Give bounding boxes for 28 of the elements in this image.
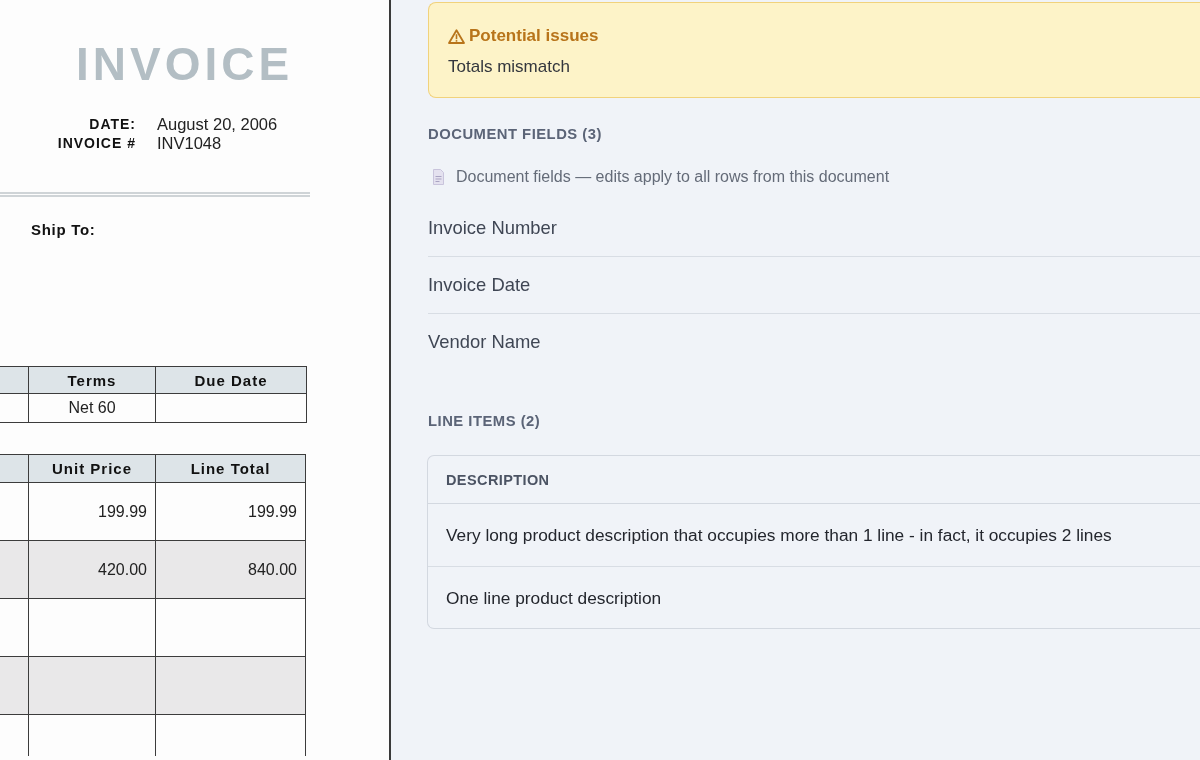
section-heading: DOCUMENT FIELDS (3) — [428, 125, 602, 144]
meta-value: INV1048 — [157, 134, 223, 153]
alert-title: Potential issues — [469, 25, 599, 47]
field-label: Invoice Date — [428, 273, 531, 297]
document-icon — [433, 169, 444, 185]
table-header-cell: Due Date — [155, 366, 307, 394]
table-cell: 199.99 — [28, 482, 156, 541]
table-cell: One line product description — [446, 586, 662, 609]
meta-value: August 20, 2006 — [157, 115, 278, 134]
info-note: Document fields — edits apply to all rows from this document — [456, 167, 890, 187]
table-header-cell: Line Total — [155, 454, 306, 483]
table-cell: 199.99 — [155, 482, 306, 541]
field-label: Vendor Name — [428, 330, 541, 354]
warning-icon — [448, 28, 465, 44]
table-cell: Very long product description that occupies more than 1 line - in fact, it occupies 2 lines — [446, 524, 1112, 546]
meta-label: INVOICE # — [57, 134, 136, 153]
table-cell: Net 60 — [28, 393, 156, 423]
table-cell: 420.00 — [28, 540, 156, 599]
ship-to-label: Ship To: — [31, 221, 96, 239]
invoice-title: INVOICE — [76, 39, 294, 89]
alert-message: Totals mismatch — [448, 56, 570, 78]
table-header-cell: Unit Price — [28, 454, 156, 483]
column-header: DESCRIPTION — [446, 471, 550, 488]
section-heading: LINE ITEMS (2) — [428, 412, 541, 431]
table-header-cell: Terms — [28, 366, 156, 394]
field-label: Invoice Number — [428, 216, 557, 240]
table-cell: 840.00 — [155, 540, 306, 599]
meta-label: DATE: — [89, 115, 136, 134]
